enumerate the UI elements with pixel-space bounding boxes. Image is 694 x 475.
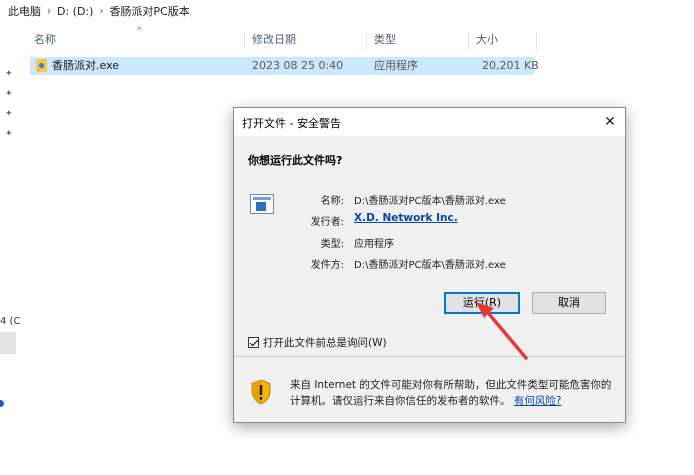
- file-modified: 2023 08 25 0:40: [252, 59, 344, 72]
- column-header-modified[interactable]: 修改日期: [252, 30, 296, 50]
- column-divider[interactable]: [244, 32, 245, 50]
- field-value-name: D:\香肠派对PC版本\香肠派对.exe: [354, 196, 506, 207]
- exe-file-icon: [36, 59, 47, 72]
- dialog-question: 你想运行此文件吗?: [248, 154, 343, 167]
- pin-icon[interactable]: ✦: [5, 70, 13, 79]
- pin-icon[interactable]: ✦: [5, 110, 13, 119]
- breadcrumb-folder[interactable]: 香肠派对PC版本: [109, 3, 189, 19]
- security-warning-dialog: 打开文件 - 安全警告 ✕ 你想运行此文件吗? 名称: D:\香肠派对PC版本\…: [233, 107, 626, 423]
- cancel-button[interactable]: 取消: [532, 292, 606, 314]
- field-label-publisher: 发行者:: [310, 217, 344, 228]
- field-value-from: D:\香肠派对PC版本\香肠派对.exe: [354, 260, 506, 271]
- file-name: 香肠派对.exe: [52, 59, 120, 72]
- dialog-warning-footer: 来自 Internet 的文件可能对你有所帮助，但此文件类型可能危害你的计算机。…: [234, 357, 625, 422]
- file-size: 20,201 KB: [482, 59, 539, 72]
- risk-info-link[interactable]: 有何风险?: [514, 395, 562, 407]
- dialog-titlebar[interactable]: 打开文件 - 安全警告 ✕: [234, 108, 625, 136]
- pin-icon[interactable]: ✦: [5, 130, 13, 139]
- nav-selection-highlight[interactable]: [0, 332, 16, 354]
- breadcrumb-drive[interactable]: D: (D:): [57, 5, 93, 18]
- always-ask-label[interactable]: 打开此文件前总是询问(W): [263, 335, 387, 350]
- navigation-pane: ✦ ✦ ✦ ✦: [0, 22, 22, 475]
- column-header-type[interactable]: 类型: [374, 30, 396, 50]
- field-label-from: 发件方:: [310, 260, 344, 271]
- field-value-type: 应用程序: [354, 239, 394, 250]
- red-arrow-annotation: [476, 302, 528, 360]
- column-headers: 名称 修改日期 类型 大小: [22, 30, 542, 50]
- drive-label-fragment[interactable]: 4 (C: [0, 316, 20, 327]
- dialog-title: 打开文件 - 安全警告: [242, 117, 341, 130]
- column-divider[interactable]: [366, 32, 367, 50]
- close-button[interactable]: ✕: [599, 112, 621, 132]
- always-ask-checkbox[interactable]: [248, 337, 259, 348]
- always-ask-option[interactable]: 打开此文件前总是询问(W): [248, 335, 387, 350]
- column-divider[interactable]: [536, 32, 537, 50]
- warning-text: 来自 Internet 的文件可能对你有所帮助，但此文件类型可能危害你的计算机。…: [290, 379, 612, 407]
- pin-icon[interactable]: ✦: [5, 90, 13, 99]
- warning-message: 来自 Internet 的文件可能对你有所帮助，但此文件类型可能危害你的计算机。…: [290, 377, 612, 409]
- field-label-type: 类型:: [320, 239, 344, 250]
- column-header-size[interactable]: 大小: [476, 30, 498, 50]
- column-divider[interactable]: [468, 32, 469, 50]
- chevron-right-icon: ›: [99, 5, 104, 17]
- sort-ascending-icon: ^: [136, 26, 143, 35]
- file-type: 应用程序: [374, 59, 418, 72]
- security-shield-icon: [251, 379, 271, 405]
- publisher-link[interactable]: X.D. Network Inc.: [354, 212, 458, 224]
- column-header-name[interactable]: 名称: [34, 30, 56, 50]
- breadcrumb: 此电脑 › D: (D:) › 香肠派对PC版本: [0, 0, 694, 22]
- breadcrumb-this-pc[interactable]: 此电脑: [8, 3, 41, 19]
- chevron-right-icon: ›: [47, 5, 51, 17]
- field-label-name: 名称:: [320, 196, 344, 207]
- file-row[interactable]: 香肠派对.exe 2023 08 25 0:40 应用程序 20,201 KB: [30, 57, 539, 75]
